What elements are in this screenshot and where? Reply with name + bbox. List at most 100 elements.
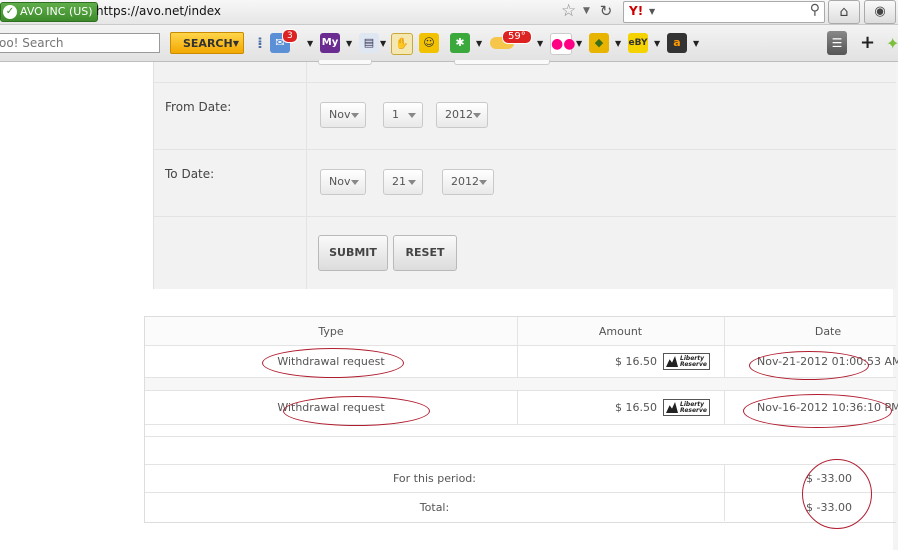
date-header: Date bbox=[814, 324, 842, 338]
liberty-reserve-logo-icon: Liberty Reserve bbox=[663, 399, 710, 416]
privacy-button[interactable]: ◉ bbox=[864, 0, 896, 24]
address-field[interactable]: https://avo.net/index bbox=[96, 4, 221, 18]
weather-temp-badge: 59° bbox=[502, 30, 532, 44]
engine-search-input[interactable]: Y! ▼ ⚲ bbox=[623, 1, 825, 23]
answers-asterisk-icon[interactable]: ✱ bbox=[450, 33, 470, 53]
yahoo-engine-icon[interactable]: Y! bbox=[629, 4, 643, 18]
chevron-down-icon bbox=[473, 113, 481, 118]
date-cell: Nov-21-2012 01:00:53 AM bbox=[757, 355, 898, 368]
from-month-select[interactable]: Nov bbox=[320, 102, 366, 128]
from-year-select[interactable]: 2012 bbox=[436, 102, 488, 128]
date-cell: Nov-16-2012 10:36:10 PM bbox=[757, 401, 898, 414]
engine-dropdown-icon[interactable]: ▼ bbox=[649, 7, 655, 16]
from-year-value: 2012 bbox=[445, 108, 473, 121]
row-spacer bbox=[145, 378, 896, 391]
bookmark-star-icon[interactable]: ☆ bbox=[561, 1, 576, 21]
to-date-label: To Date: bbox=[165, 167, 215, 181]
flickr-dropdown-icon[interactable]: ▼ bbox=[576, 39, 582, 48]
period-value: $ -33.00 bbox=[806, 472, 852, 485]
toolbar-search-label: SEARCH bbox=[183, 37, 233, 50]
to-day-select[interactable]: 21 bbox=[383, 169, 423, 195]
amount-cell: $ 16.50 Liberty Reserve bbox=[517, 346, 724, 377]
puzzle-icon[interactable]: ✦ bbox=[886, 34, 898, 53]
liberty-reserve-mark bbox=[666, 402, 679, 413]
list-menu-icon[interactable]: ☰ bbox=[827, 31, 847, 55]
liberty-reserve-text: Liberty Reserve bbox=[680, 355, 707, 368]
finance-icon[interactable]: ◆ bbox=[589, 33, 609, 53]
flickr-icon[interactable]: ●● bbox=[550, 33, 575, 55]
search-icon[interactable]: ⚲ bbox=[810, 2, 820, 18]
site-identity-label: AVO INC (US) bbox=[20, 5, 93, 18]
finance-dropdown-icon[interactable]: ▼ bbox=[615, 39, 621, 48]
liberty-reserve-mark bbox=[666, 356, 679, 367]
my-yahoo-icon[interactable]: My bbox=[320, 33, 340, 53]
column-divider bbox=[306, 62, 307, 289]
hand-icon[interactable]: ✋ bbox=[391, 33, 413, 55]
period-total-row: For this period: $ -33.00 bbox=[145, 465, 896, 493]
answers-dropdown-icon[interactable]: ▼ bbox=[476, 39, 482, 48]
from-date-label: From Date: bbox=[165, 100, 232, 114]
toolbar-search-button[interactable]: SEARCH ▼ bbox=[170, 32, 244, 54]
ebay-dropdown-icon[interactable]: ▼ bbox=[654, 39, 660, 48]
amount-value: $ 16.50 bbox=[615, 355, 658, 368]
home-icon: ⌂ bbox=[839, 4, 849, 20]
row-divider bbox=[154, 82, 896, 83]
chevron-down-icon bbox=[351, 180, 359, 185]
url-bar: ✓ AVO INC (US) https://avo.net/index ☆ ▼… bbox=[0, 0, 898, 25]
chevron-down-icon bbox=[351, 113, 359, 118]
type-cell: Withdrawal request bbox=[277, 401, 385, 414]
from-month-value: Nov bbox=[329, 108, 351, 121]
messenger-smiley-icon[interactable]: ☺ bbox=[419, 33, 439, 53]
reload-icon[interactable]: ↻ bbox=[596, 1, 616, 21]
liberty-reserve-text: Liberty Reserve bbox=[680, 401, 707, 414]
row-spacer bbox=[145, 437, 896, 465]
to-year-value: 2012 bbox=[451, 175, 479, 188]
from-day-select[interactable]: 1 bbox=[383, 102, 423, 128]
row-divider bbox=[154, 149, 896, 150]
mail-dropdown-icon[interactable]: ▼ bbox=[307, 39, 313, 48]
panel-top-stub bbox=[454, 60, 550, 65]
type-cell: Withdrawal request bbox=[277, 355, 385, 368]
toolbar-search-input[interactable] bbox=[0, 33, 160, 53]
liberty-reserve-logo-icon: Liberty Reserve bbox=[663, 353, 710, 370]
my-dropdown-icon[interactable]: ▼ bbox=[346, 39, 352, 48]
date-filter-panel: From Date: Nov 1 2012 To Date: Nov 21 20… bbox=[153, 60, 896, 289]
to-year-select[interactable]: 2012 bbox=[442, 169, 494, 195]
amount-cell: $ 16.50 Liberty Reserve bbox=[517, 391, 724, 424]
reset-button[interactable]: RESET bbox=[393, 235, 457, 271]
amazon-icon[interactable]: a bbox=[667, 33, 687, 53]
type-header: Type bbox=[318, 324, 344, 338]
to-month-select[interactable]: Nov bbox=[320, 169, 366, 195]
amount-header: Amount bbox=[598, 324, 643, 338]
chevron-down-icon bbox=[408, 113, 416, 118]
separator-icon: ⁞ bbox=[257, 34, 263, 52]
eye-icon: ◉ bbox=[874, 4, 886, 19]
amount-value: $ 16.50 bbox=[615, 401, 658, 414]
to-day-value: 21 bbox=[392, 175, 406, 188]
home-button[interactable]: ⌂ bbox=[828, 0, 860, 24]
chevron-down-icon: ▼ bbox=[232, 39, 239, 48]
table-row: Withdrawal request $ 16.50 Liberty Reserv… bbox=[145, 346, 898, 378]
logo-line: Reserve bbox=[680, 406, 707, 414]
pages-icon[interactable]: ▤ bbox=[359, 33, 379, 53]
submit-button[interactable]: SUBMIT bbox=[318, 235, 388, 271]
chevron-down-icon bbox=[479, 180, 487, 185]
pages-dropdown-icon[interactable]: ▼ bbox=[380, 39, 386, 48]
period-label: For this period: bbox=[393, 472, 476, 485]
history-dropdown-icon[interactable]: ▼ bbox=[583, 6, 590, 16]
total-value: $ -33.00 bbox=[806, 500, 852, 514]
mail-count-badge: 3 bbox=[282, 29, 298, 43]
ebay-icon[interactable]: eBY bbox=[628, 33, 648, 53]
amazon-dropdown-icon[interactable]: ▼ bbox=[693, 39, 699, 48]
table-header-row: Type Amount Date bbox=[145, 317, 896, 346]
table-row: Withdrawal request $ 16.50 Liberty Reserv… bbox=[145, 391, 898, 425]
weather-dropdown-icon[interactable]: ▼ bbox=[537, 39, 543, 48]
panel-top-stub bbox=[318, 60, 372, 65]
transactions-table: Type Amount Date Withdrawal request $ 16… bbox=[144, 316, 898, 523]
row-spacer bbox=[145, 425, 896, 437]
grand-total-row: Total: $ -33.00 bbox=[145, 493, 896, 521]
row-divider bbox=[154, 216, 896, 217]
chevron-down-icon bbox=[408, 180, 416, 185]
site-identity-badge[interactable]: ✓ AVO INC (US) bbox=[0, 2, 98, 22]
add-icon[interactable]: + bbox=[860, 32, 875, 53]
